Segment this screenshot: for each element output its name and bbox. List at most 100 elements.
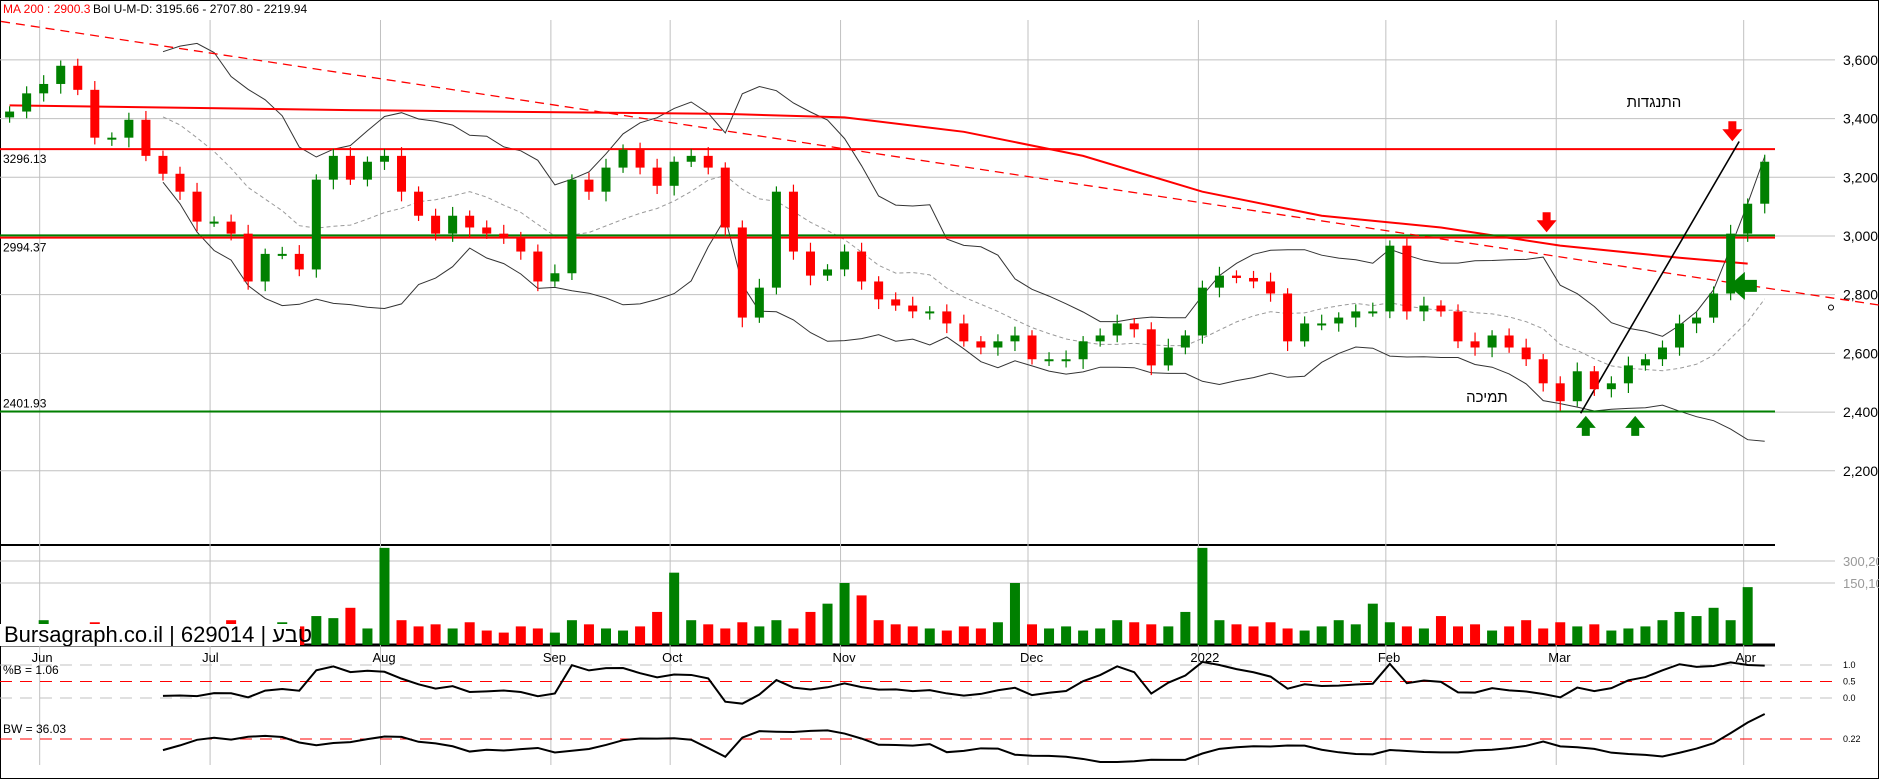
volume-bar: [1657, 620, 1668, 645]
candle-body: [1521, 347, 1531, 360]
candle-body: [1385, 245, 1395, 312]
volume-tick-label: 150,10: [1843, 576, 1879, 591]
candle-body: [499, 233, 509, 238]
candle-body: [1027, 335, 1037, 360]
candle-body: [1419, 305, 1429, 312]
volume-bar: [941, 630, 952, 645]
ma200-line: [9, 104, 1748, 265]
volume-bar: [618, 630, 629, 645]
volume-bar: [1538, 628, 1549, 645]
candle-body: [277, 253, 287, 256]
watermark-text: Bursagraph.co.il | 629014 | טבע: [4, 622, 312, 647]
percent-b-label: %B = 1.06: [3, 663, 59, 677]
candle-body: [908, 305, 918, 312]
candle-body: [891, 299, 901, 306]
candle-body: [686, 155, 696, 162]
volume-bar: [839, 583, 850, 645]
candle-body: [567, 179, 577, 274]
candle-body: [1692, 317, 1702, 324]
candle-body: [226, 221, 236, 234]
ma200-header: MA 200 : 2900.3: [3, 2, 91, 16]
volume-bar: [481, 630, 492, 645]
candle-body: [1657, 347, 1667, 360]
candle-body: [1606, 383, 1616, 390]
volume-bar: [1299, 630, 1310, 645]
candle-body: [1231, 275, 1241, 278]
volume-bar: [1350, 624, 1361, 645]
volume-bar: [720, 628, 731, 645]
candle-body: [1044, 359, 1054, 362]
volume-bar: [1487, 630, 1498, 645]
price-tick-label: 3,600: [1843, 52, 1878, 68]
candle-body: [431, 215, 441, 234]
candle-body: [1129, 323, 1139, 330]
candle-body: [397, 155, 407, 192]
candle-body: [141, 119, 151, 156]
volume-bar: [1572, 626, 1583, 645]
candle-body: [124, 119, 134, 138]
volume-bar: [1504, 626, 1515, 645]
volume-bar: [890, 624, 901, 645]
volume-bar: [1606, 630, 1617, 645]
month-label: Aug: [372, 650, 395, 665]
volume-bar: [413, 626, 424, 645]
candle-body: [942, 311, 952, 324]
price-tick-label: 3,200: [1843, 169, 1878, 185]
volume-bar: [1333, 620, 1344, 645]
price-tick-label: 2,200: [1843, 463, 1878, 479]
volume-bar: [805, 611, 816, 645]
stock-chart: Jun Jul Aug Sep Oct Nov Dec 2022 Feb Mar Apr 3,600 3…: [0, 0, 1879, 780]
support-label: תמיכה: [1466, 389, 1508, 406]
candle-body: [1214, 275, 1224, 288]
volume-bar: [447, 628, 458, 645]
candle-body: [482, 227, 492, 234]
month-label: Jul: [202, 650, 219, 665]
volume-bar: [1078, 630, 1089, 645]
percent-b-tick: 1.0: [1843, 660, 1856, 670]
candle-body: [311, 179, 321, 270]
volume-bar: [1044, 628, 1055, 645]
candle-body: [976, 341, 986, 348]
candle-body: [1368, 311, 1378, 314]
percent-b-tick: 0.5: [1843, 677, 1856, 687]
volume-bar: [1180, 611, 1191, 645]
candle-body: [584, 179, 594, 192]
candle-body: [533, 251, 543, 282]
volume-bar: [311, 616, 322, 645]
candle-body: [1572, 371, 1582, 402]
volume-bar: [345, 607, 356, 645]
candle-body: [1589, 371, 1599, 390]
volume-bar: [907, 626, 918, 645]
candle-body: [1266, 281, 1276, 294]
volume-bar: [1691, 616, 1702, 645]
chart-frame: [0, 0, 1879, 779]
candle-body: [1453, 311, 1463, 342]
bollinger-lower-band: [162, 181, 1765, 442]
arrow-up-icon: [1625, 415, 1646, 436]
price-tick-label: 3,000: [1843, 228, 1878, 244]
candle-body: [857, 251, 867, 282]
volume-bar: [992, 622, 1003, 645]
volume-bar: [1197, 547, 1208, 645]
volume-bar: [958, 626, 969, 645]
bollinger-header: Bol U-M-D: 3195.66 - 2707.80 - 2219.94: [93, 2, 307, 16]
volume-bar: [1384, 622, 1395, 645]
volume-bar: [669, 572, 680, 645]
candle-body: [362, 161, 372, 180]
price-tick-label: 2,600: [1843, 345, 1878, 361]
volume-bar: [975, 628, 986, 645]
volume-bar: [1214, 620, 1225, 645]
volume-bar: [549, 632, 560, 645]
arrow-down-icon: [1722, 121, 1743, 142]
candle-body: [209, 221, 219, 224]
volume-bar: [873, 620, 884, 645]
price-tick-label: 2,400: [1843, 404, 1878, 420]
volume-bar: [788, 628, 799, 645]
volume-bar: [1742, 587, 1753, 645]
candle-body: [22, 93, 32, 112]
candle-body: [243, 233, 253, 282]
candle-body: [1249, 277, 1259, 282]
candle-body: [73, 65, 83, 90]
volume-bar: [601, 628, 611, 645]
candle-body: [874, 281, 884, 300]
